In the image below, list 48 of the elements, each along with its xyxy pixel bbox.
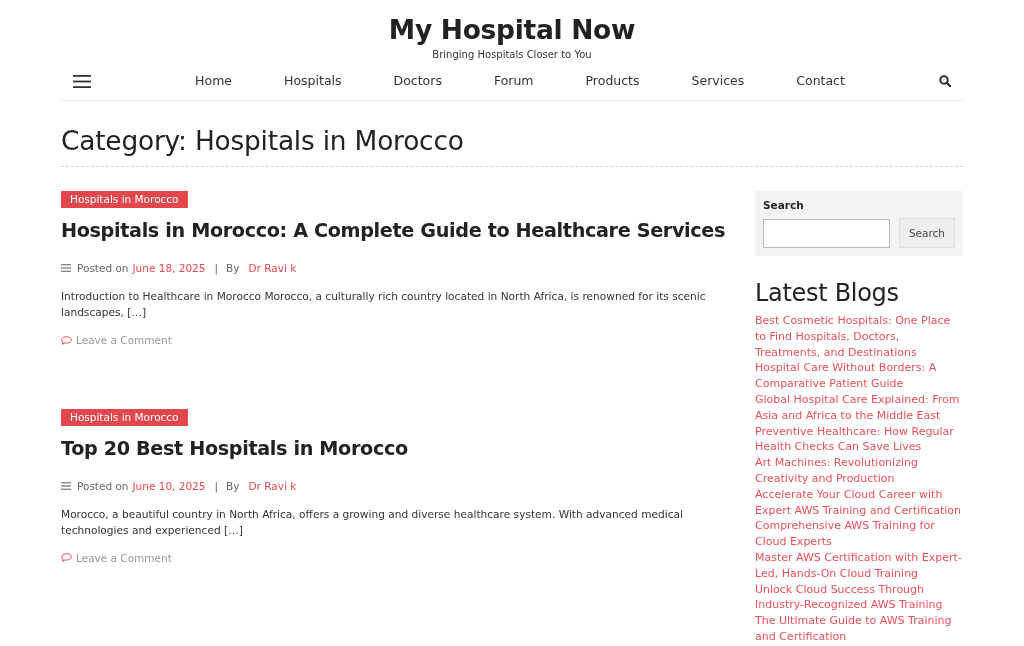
category-tag[interactable]: Hospitals in Morocco <box>61 191 188 208</box>
blog-link[interactable]: Hospital Care Without Borders: A Comparative Patient Guide <box>755 360 963 392</box>
author-link[interactable]: Dr Ravi k <box>248 260 297 276</box>
author-link[interactable]: Dr Ravi k <box>248 477 297 494</box>
page-title: Category: Hospitals in Morocco <box>61 125 465 157</box>
blog-link[interactable]: Accelerate Your Cloud Career with Expert AWS Training and Certification <box>755 486 963 519</box>
comment-link[interactable]: Leave a Comment <box>61 332 172 348</box>
speech-bubble-icon <box>61 553 72 562</box>
post-excerpt: Introduction to Healthcare in Morocco Morocco, a culturally rich country located in North Africa, is renowned for its scenic landscapes, […] <box>61 289 707 320</box>
nav-link[interactable]: Contact <box>796 72 845 90</box>
blog-link[interactable]: Master AWS Certification with Expert-Led, Hands-On Cloud Training <box>755 549 963 582</box>
post-excerpt: Morocco, a beautiful country in North Africa, offers a growing and diverse healthcare system. With advanced medical technologies and experienced […] <box>61 506 684 538</box>
search-button[interactable]: Search <box>899 218 955 248</box>
search-icon[interactable] <box>939 75 951 87</box>
nav-link[interactable]: Services <box>691 72 745 90</box>
site-title[interactable]: My Hospital Now <box>388 12 636 48</box>
blog-link[interactable]: The Ultimate Guide to AWS Training and Certification <box>755 613 963 645</box>
nav-link[interactable]: Products <box>585 72 640 90</box>
blog-link[interactable]: Unlock Cloud Success Through Industry-Recognized AWS Training <box>755 581 963 614</box>
site-tagline: Bringing Hospitals Closer to You <box>432 48 592 62</box>
meta-separator: | <box>214 261 219 276</box>
post-title[interactable]: Top 20 Best Hospitals in Morocco <box>61 433 408 464</box>
speech-bubble-icon <box>61 335 72 345</box>
widget-heading: Latest Blogs <box>755 278 900 308</box>
hamburger-menu-icon[interactable] <box>73 74 91 88</box>
nav-link[interactable]: Doctors <box>393 72 442 90</box>
blog-link[interactable]: Art Machines: Revolutionizing Creativity and Production <box>755 455 963 487</box>
by-label: By <box>226 478 240 494</box>
blog-link[interactable]: Best Cosmetic Hospitals: One Place to Find Hospitals, Doctors, Treatments, and Destinations <box>755 313 963 361</box>
comment-link[interactable]: Leave a Comment <box>61 549 172 566</box>
posted-on-label: Posted on <box>77 261 129 276</box>
post-date-link[interactable]: June 10, 2025 <box>132 477 206 494</box>
post-title[interactable]: Hospitals in Morocco: A Complete Guide to Healthcare Services <box>61 216 726 246</box>
blog-link[interactable]: Comprehensive AWS Training for Cloud Experts <box>755 518 963 550</box>
blog-link[interactable]: Global Hospital Care Explained: From Asia and Africa to the Middle East <box>755 392 963 424</box>
posted-on-label: Posted on <box>77 478 129 494</box>
search-field[interactable] <box>763 218 890 248</box>
nav-link[interactable]: Home <box>195 72 233 90</box>
blog-link[interactable]: Preventive Healthcare: How Regular Health Checks Can Save Lives <box>755 423 963 456</box>
category-tag[interactable]: Hospitals in Morocco <box>61 408 188 426</box>
nav-link[interactable]: Forum <box>493 72 534 90</box>
list-icon <box>61 264 71 272</box>
post-date-link[interactable]: June 18, 2025 <box>132 260 206 276</box>
nav-link[interactable]: Hospitals <box>284 72 342 90</box>
by-label: By <box>226 261 240 276</box>
list-icon <box>61 481 71 490</box>
meta-separator: | <box>214 478 219 494</box>
search-label: Search <box>763 198 804 212</box>
